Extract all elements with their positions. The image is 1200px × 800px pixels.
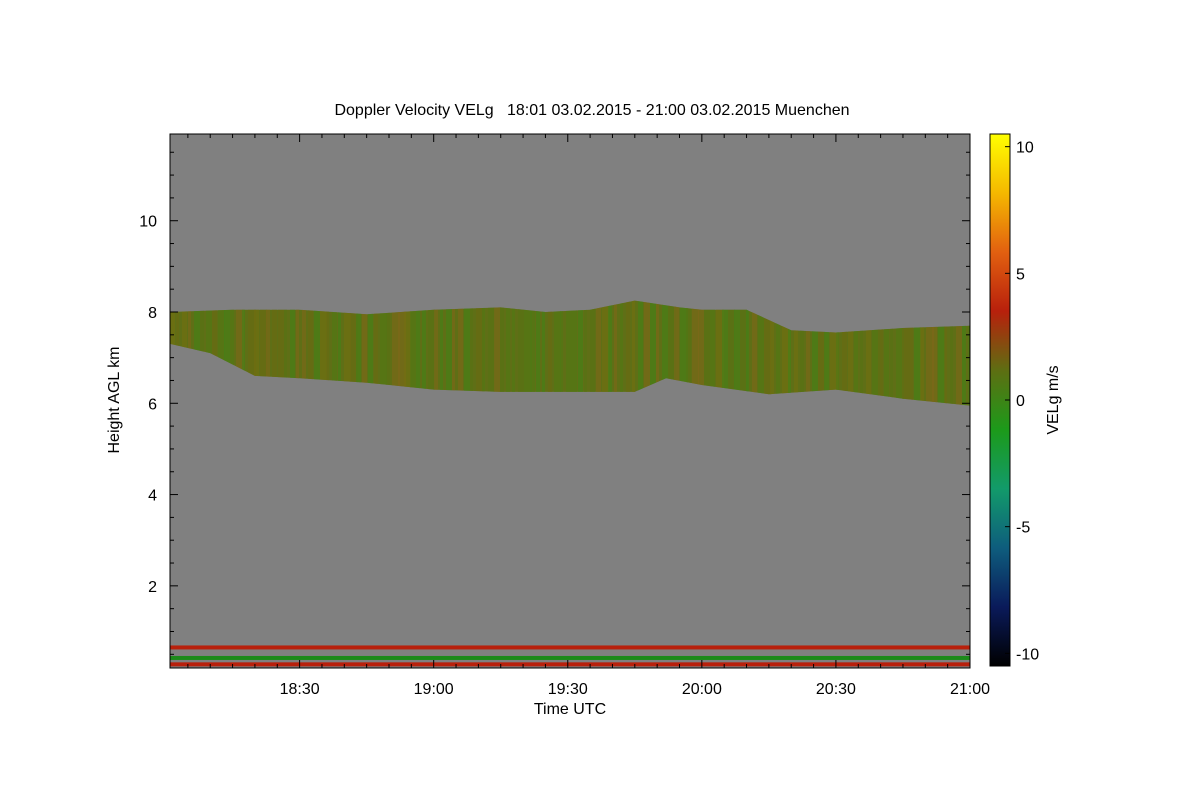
colorbar: -10 -5 0 5 10 <box>989 133 1039 667</box>
chart-title: Doppler Velocity VELg 18:01 03.02.2015 -… <box>334 102 849 119</box>
x-tick-label: 21:00 <box>950 681 990 698</box>
ground-band-3 <box>170 662 970 667</box>
plot-background <box>170 134 970 668</box>
x-axis-label: Time UTC <box>534 701 606 718</box>
y-tick-label: 8 <box>148 305 157 322</box>
x-tick-label: 19:00 <box>414 681 454 698</box>
x-tick-label: 19:30 <box>548 681 588 698</box>
y-axis-label: Height AGL km <box>106 346 123 453</box>
colorbar-tick-label: 0 <box>1016 393 1025 410</box>
ground-band-2 <box>170 655 970 660</box>
colorbar-label: VELg m/s <box>1045 365 1062 434</box>
colorbar-tick-label: 10 <box>1016 140 1034 157</box>
colorbar-tick-label: -10 <box>1016 646 1039 663</box>
colorbar-tick-label: 5 <box>1016 266 1025 283</box>
x-tick-label: 20:30 <box>816 681 856 698</box>
colorbar-tick-label: -5 <box>1016 520 1030 537</box>
x-tick-label: 20:00 <box>682 681 722 698</box>
ground-band-1 <box>170 645 970 650</box>
doppler-velocity-chart: Doppler Velocity VELg 18:01 03.02.2015 -… <box>106 102 1062 718</box>
y-tick-label: 10 <box>139 214 157 231</box>
x-tick-label: 18:30 <box>280 681 320 698</box>
y-tick-label: 6 <box>148 396 157 413</box>
y-tick-label: 4 <box>148 488 157 505</box>
plot-area <box>169 133 971 669</box>
y-tick-label: 2 <box>148 579 157 596</box>
